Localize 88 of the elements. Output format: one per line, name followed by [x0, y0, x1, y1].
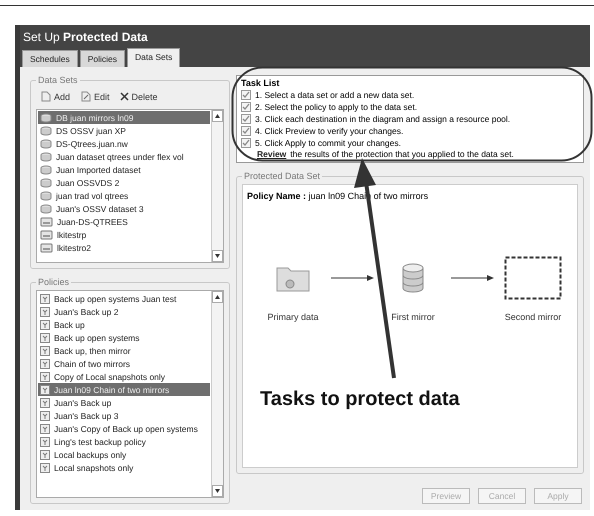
task-step: 5. Click Apply to commit your changes. [255, 138, 401, 148]
dataset-icon [40, 204, 52, 214]
policy-icon [40, 306, 50, 316]
checkbox[interactable] [241, 90, 251, 100]
tray-icon [40, 242, 53, 252]
list-item[interactable]: Juan Imported dataset [38, 163, 210, 176]
list-item[interactable]: Juan dataset qtrees under flex vol [38, 150, 210, 163]
delete-icon [120, 92, 129, 101]
policy-icon [40, 332, 50, 342]
list-item[interactable]: Juan ln09 Chain of two mirrors [38, 383, 210, 396]
task-step: 1. Select a data set or add a new data set. [255, 90, 414, 100]
list-item[interactable]: DS OSSV juan XP [38, 124, 210, 137]
policy-icon [40, 450, 50, 460]
list-item[interactable]: juan trad vol qtrees [38, 189, 210, 202]
annotation-text: Tasks to protect data [260, 388, 460, 411]
tab[interactable]: Policies [80, 50, 125, 67]
policy-icon [40, 436, 50, 446]
checkbox[interactable] [241, 102, 251, 112]
scroll-down-icon[interactable] [215, 254, 220, 258]
policy-icon [40, 320, 50, 330]
list-item[interactable]: Ling's test backup policy [38, 435, 210, 448]
policy-icon [40, 398, 50, 408]
node-label: First mirror [391, 312, 435, 322]
window-title: Set Up Protected Data [20, 25, 590, 48]
list-item[interactable]: Juan's Back up 3 [38, 409, 210, 422]
tab[interactable]: Schedules [22, 50, 78, 67]
review-link[interactable]: Review [257, 149, 286, 159]
list-item[interactable]: Juan's Copy of Back up open systems [38, 422, 210, 435]
dataset-icon [40, 190, 52, 200]
tab[interactable]: Data Sets [127, 48, 180, 67]
list-item[interactable]: Juan's OSSV dataset 3 [38, 202, 210, 215]
list-item[interactable]: lkitestro2 [38, 241, 210, 254]
list-item[interactable]: Back up [38, 318, 210, 331]
list-item[interactable]: Juan-DS-QTREES [38, 215, 210, 228]
add-icon [40, 91, 51, 102]
dataset-icon [40, 152, 52, 162]
toolbar-button[interactable]: Edit [80, 91, 110, 102]
task-step: 4. Click Preview to verify your changes. [255, 126, 404, 136]
policy-icon [40, 294, 50, 304]
policy-icon [40, 346, 50, 356]
list-item[interactable]: Juan's Back up 2 [38, 305, 210, 318]
node-label: Primary data [267, 312, 319, 322]
list-item[interactable]: DS-Qtrees.juan.nw [38, 137, 210, 150]
dataset-icon [40, 112, 52, 122]
policy-icon [40, 424, 50, 434]
task-step: 3. Click each destination in the diagram and assign a resource pool. [255, 114, 510, 124]
scroll-down-icon[interactable] [215, 489, 220, 493]
flow-arrow [331, 274, 375, 282]
list-item[interactable]: Juan OSSVDS 2 [38, 176, 210, 189]
scroll-up-icon[interactable] [215, 295, 220, 299]
empty-destination-box[interactable] [504, 256, 562, 300]
edit-icon [80, 91, 92, 102]
tray-icon [40, 216, 53, 226]
checkbox[interactable] [241, 126, 251, 136]
toolbar-button[interactable]: Add [40, 91, 70, 102]
list-item[interactable]: Back up, then mirror [38, 344, 210, 357]
policy-icon [40, 462, 50, 472]
database-icon[interactable] [402, 263, 424, 293]
list-item[interactable]: Local snapshots only [38, 461, 210, 474]
checkbox[interactable] [241, 114, 251, 124]
list-item[interactable]: Copy of Local snapshots only [38, 370, 210, 383]
scroll-up-icon[interactable] [215, 114, 220, 118]
flow-arrow [451, 274, 495, 282]
list-item[interactable]: lkitestrp [38, 228, 210, 241]
policy-icon [40, 358, 50, 368]
dataset-icon [40, 126, 52, 136]
policy-icon [40, 410, 50, 420]
list-item[interactable]: Local backups only [38, 448, 210, 461]
dataset-icon [40, 178, 52, 188]
toolbar-button[interactable]: Delete [120, 91, 158, 102]
group-title: Data Sets [37, 75, 79, 85]
policy-icon [40, 372, 50, 382]
list-item[interactable]: Chain of two mirrors [38, 357, 210, 370]
node-label: Second mirror [504, 312, 562, 322]
list-item[interactable]: Back up open systems [38, 331, 210, 344]
group-title: Protected Data Set [243, 171, 322, 181]
dataset-icon [40, 164, 52, 174]
list-item[interactable]: Juan's Back up [38, 396, 210, 409]
policy-icon [40, 384, 50, 394]
task-list-title: Task List [241, 78, 280, 88]
group-title: Policies [37, 277, 70, 287]
task-step: 2. Select the policy to apply to the data set. [255, 102, 418, 112]
checkbox[interactable] [241, 138, 251, 148]
review-text: the results of the protection that you applied to the data set. [290, 149, 514, 159]
tray-icon [40, 230, 53, 240]
dataset-icon [40, 138, 52, 148]
list-item[interactable]: DB juan mirrors ln09 [38, 111, 210, 124]
list-item[interactable]: Back up open systems Juan test [38, 292, 210, 305]
